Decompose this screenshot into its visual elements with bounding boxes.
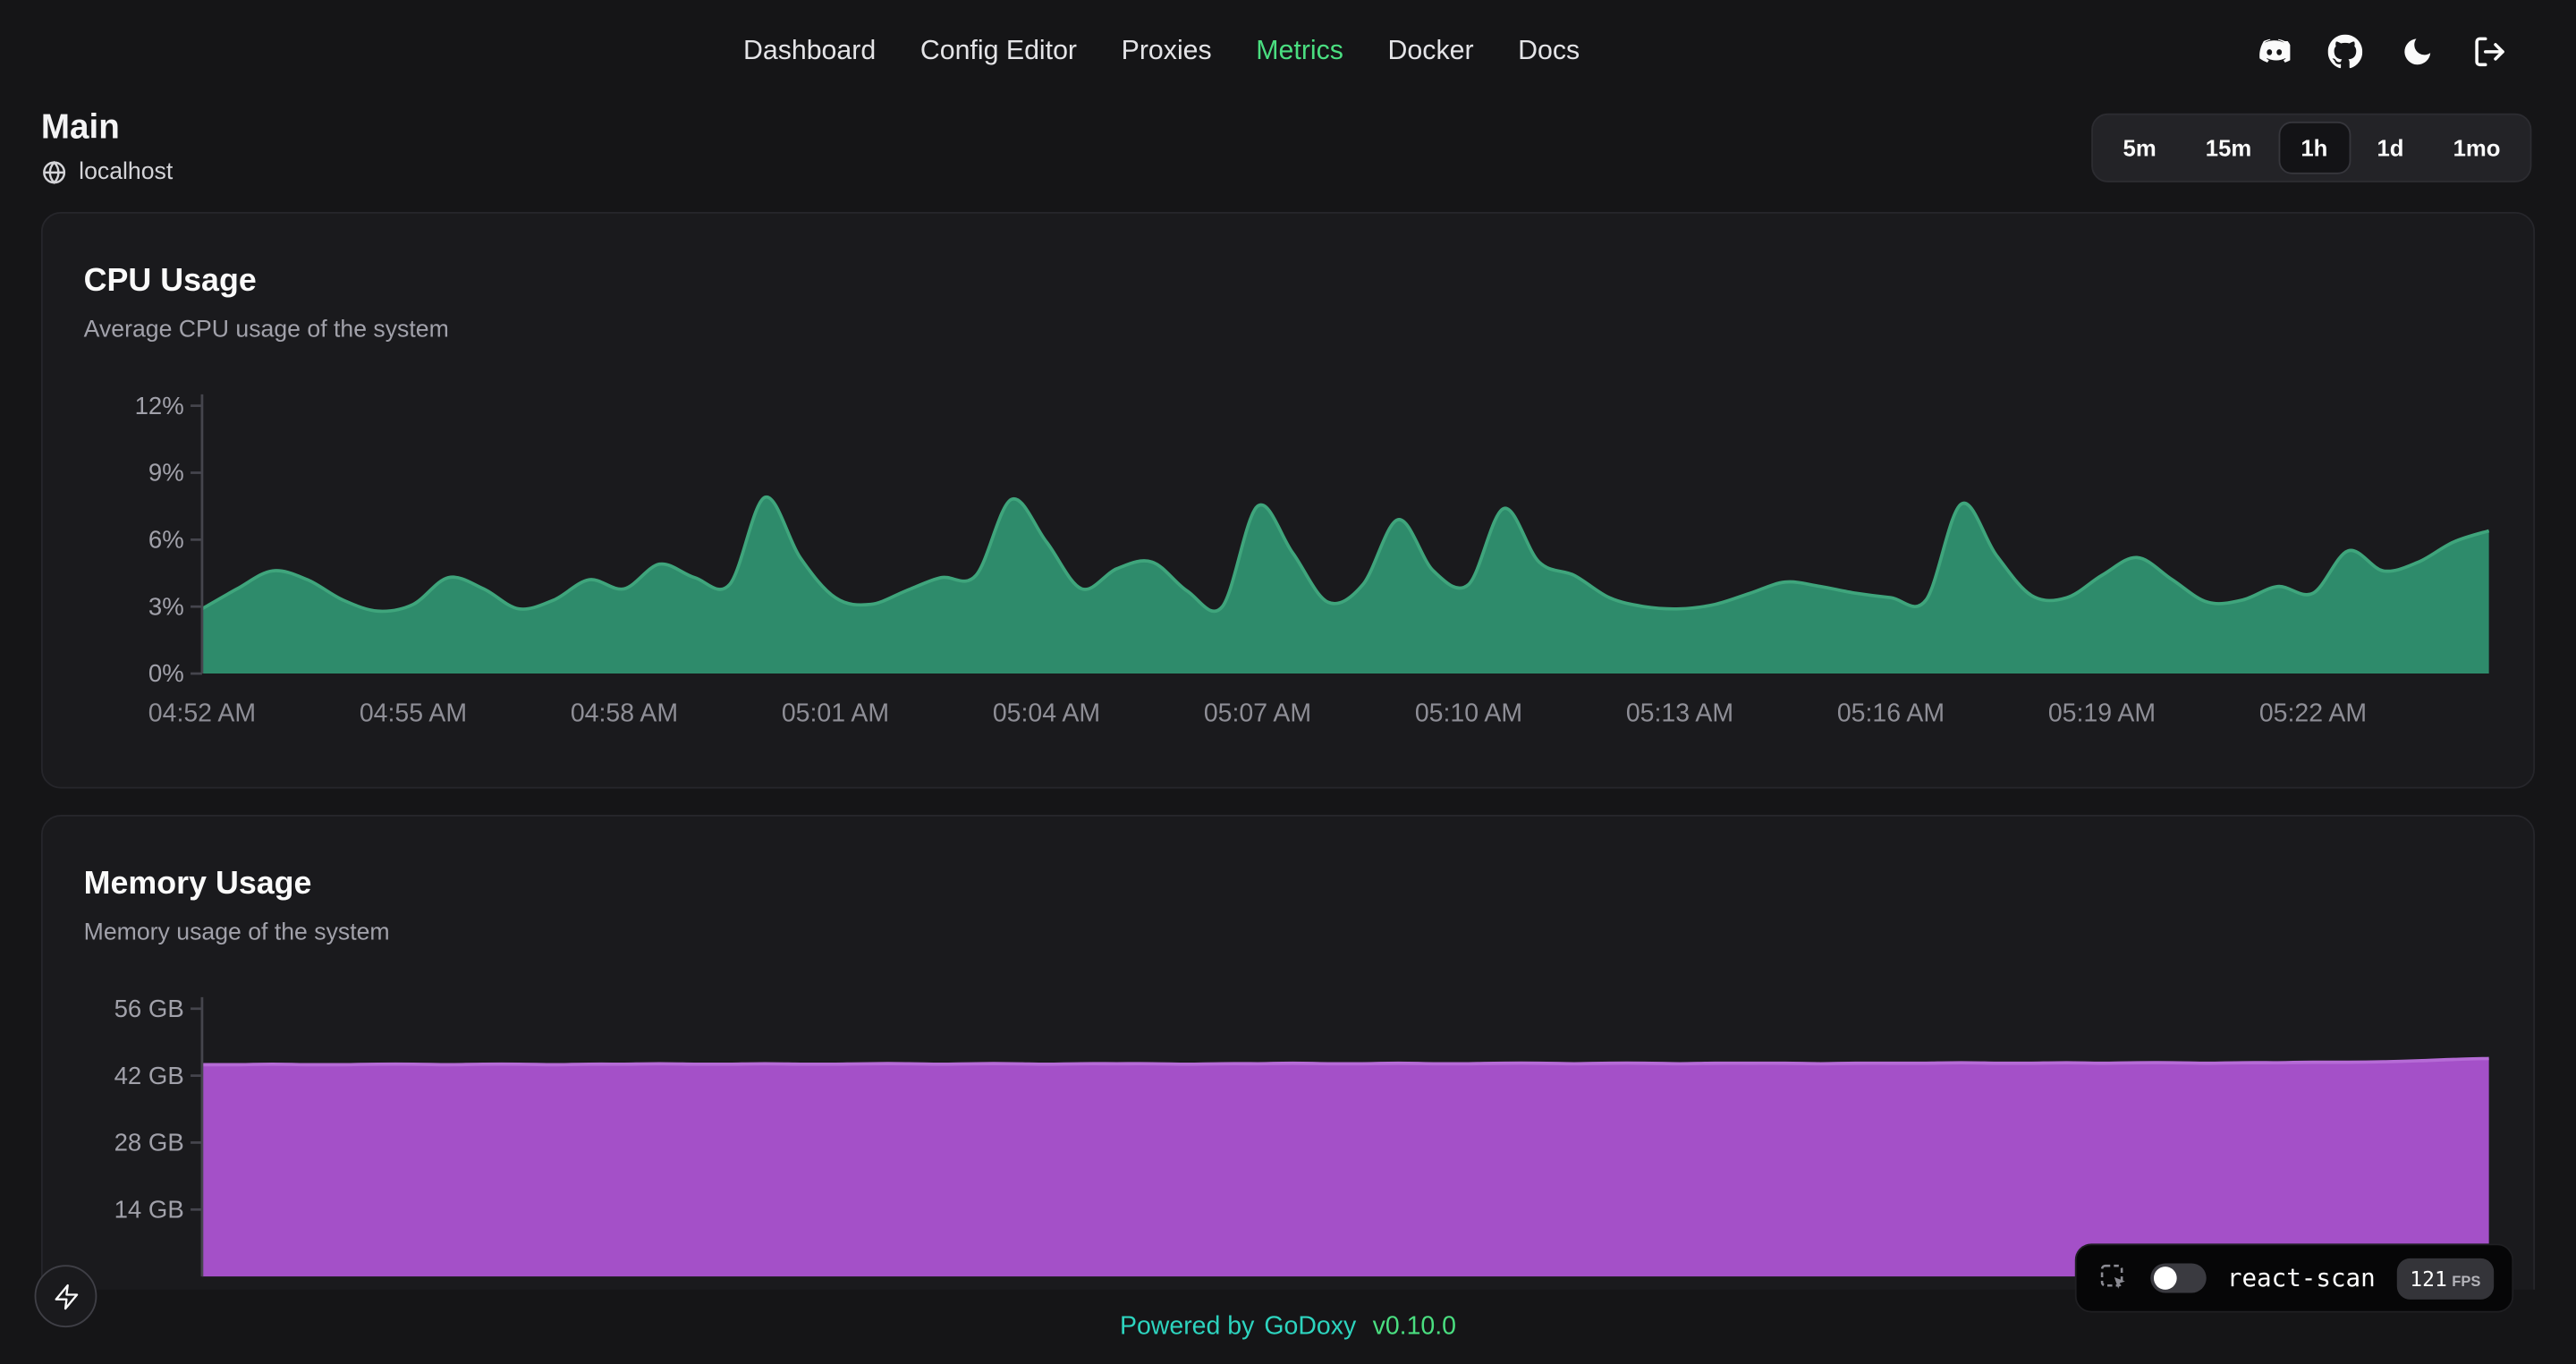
memory-card-title: Memory Usage [84, 866, 2493, 903]
cpu-card-title: CPU Usage [84, 263, 2493, 301]
nav-item-config-editor[interactable]: Config Editor [920, 35, 1077, 66]
toggle-knob [2153, 1267, 2176, 1290]
github-icon[interactable] [2328, 34, 2363, 69]
svg-text:05:10 AM: 05:10 AM [1415, 699, 1522, 727]
cpu-usage-chart[interactable]: 0% 3% 6% 9% 12% 04:52 AM 04:55 AM 04:58 AM 05:01… [84, 383, 2496, 754]
page-title: Main [41, 108, 173, 148]
subheader: Main localhost 5m 15m 1h 1d 1mo [0, 102, 2576, 186]
time-range-5m[interactable]: 5m [2100, 121, 2180, 174]
fps-value: 121 [2410, 1266, 2446, 1291]
svg-text:05:16 AM: 05:16 AM [1837, 699, 1945, 727]
nav-item-docker[interactable]: Docker [1388, 35, 1474, 66]
nav-icon-group [2256, 34, 2507, 69]
svg-text:6%: 6% [148, 526, 184, 554]
fps-badge: 121 FPS [2397, 1258, 2495, 1299]
svg-text:05:22 AM: 05:22 AM [2259, 699, 2367, 727]
godoxy-app: Dashboard Config Editor Proxies Metrics … [0, 0, 2576, 1363]
quick-actions-button[interactable] [35, 1265, 97, 1327]
logout-icon[interactable] [2472, 34, 2507, 69]
time-range-15m[interactable]: 15m [2182, 121, 2275, 174]
svg-text:12%: 12% [135, 392, 184, 419]
time-range-selector: 5m 15m 1h 1d 1mo [2092, 113, 2532, 182]
time-range-1mo[interactable]: 1mo [2430, 121, 2523, 174]
lightning-icon [52, 1283, 80, 1310]
globe-icon [41, 159, 67, 185]
nav-item-docs[interactable]: Docs [1518, 35, 1580, 66]
version-label: v0.10.0 [1373, 1312, 1456, 1342]
svg-text:3%: 3% [148, 592, 184, 620]
svg-text:9%: 9% [148, 459, 184, 487]
svg-text:14 GB: 14 GB [114, 1195, 184, 1223]
hostname-label: localhost [79, 159, 173, 185]
svg-text:05:07 AM: 05:07 AM [1204, 699, 1311, 727]
nav-item-metrics[interactable]: Metrics [1256, 35, 1343, 66]
react-scan-toolbar: react-scan 121 FPS [2074, 1243, 2513, 1312]
nav-item-proxies[interactable]: Proxies [1122, 35, 1212, 66]
dark-mode-icon[interactable] [2400, 34, 2435, 69]
svg-text:0%: 0% [148, 659, 184, 687]
time-range-1h[interactable]: 1h [2278, 121, 2351, 174]
svg-text:04:58 AM: 04:58 AM [571, 699, 678, 727]
svg-text:05:19 AM: 05:19 AM [2048, 699, 2156, 727]
svg-text:04:55 AM: 04:55 AM [360, 699, 467, 727]
discord-icon[interactable] [2256, 34, 2291, 69]
nav-item-dashboard[interactable]: Dashboard [743, 35, 876, 66]
top-nav: Dashboard Config Editor Proxies Metrics … [0, 0, 2576, 102]
main-menu: Dashboard Config Editor Proxies Metrics … [743, 35, 1580, 66]
svg-text:04:52 AM: 04:52 AM [148, 699, 256, 727]
host-row: localhost [41, 159, 173, 185]
svg-text:56 GB: 56 GB [114, 995, 184, 1022]
svg-text:42 GB: 42 GB [114, 1062, 184, 1089]
react-scan-label: react-scan [2227, 1263, 2376, 1292]
svg-text:05:04 AM: 05:04 AM [993, 699, 1100, 727]
fps-unit: FPS [2452, 1273, 2480, 1289]
time-range-1d[interactable]: 1d [2354, 121, 2427, 174]
godoxy-link[interactable]: GoDoxy [1264, 1312, 1356, 1342]
svg-text:05:13 AM: 05:13 AM [1626, 699, 1733, 727]
svg-text:28 GB: 28 GB [114, 1129, 184, 1156]
scan-toggle[interactable] [2150, 1263, 2206, 1292]
inspect-icon[interactable] [2099, 1263, 2129, 1292]
cpu-usage-card: CPU Usage Average CPU usage of the syste… [41, 212, 2535, 789]
host-block: Main localhost [41, 108, 173, 185]
svg-text:05:01 AM: 05:01 AM [782, 699, 889, 727]
memory-card-subtitle: Memory usage of the system [84, 920, 2493, 946]
powered-by-label: Powered by [1120, 1312, 1254, 1342]
cpu-card-subtitle: Average CPU usage of the system [84, 317, 2493, 343]
